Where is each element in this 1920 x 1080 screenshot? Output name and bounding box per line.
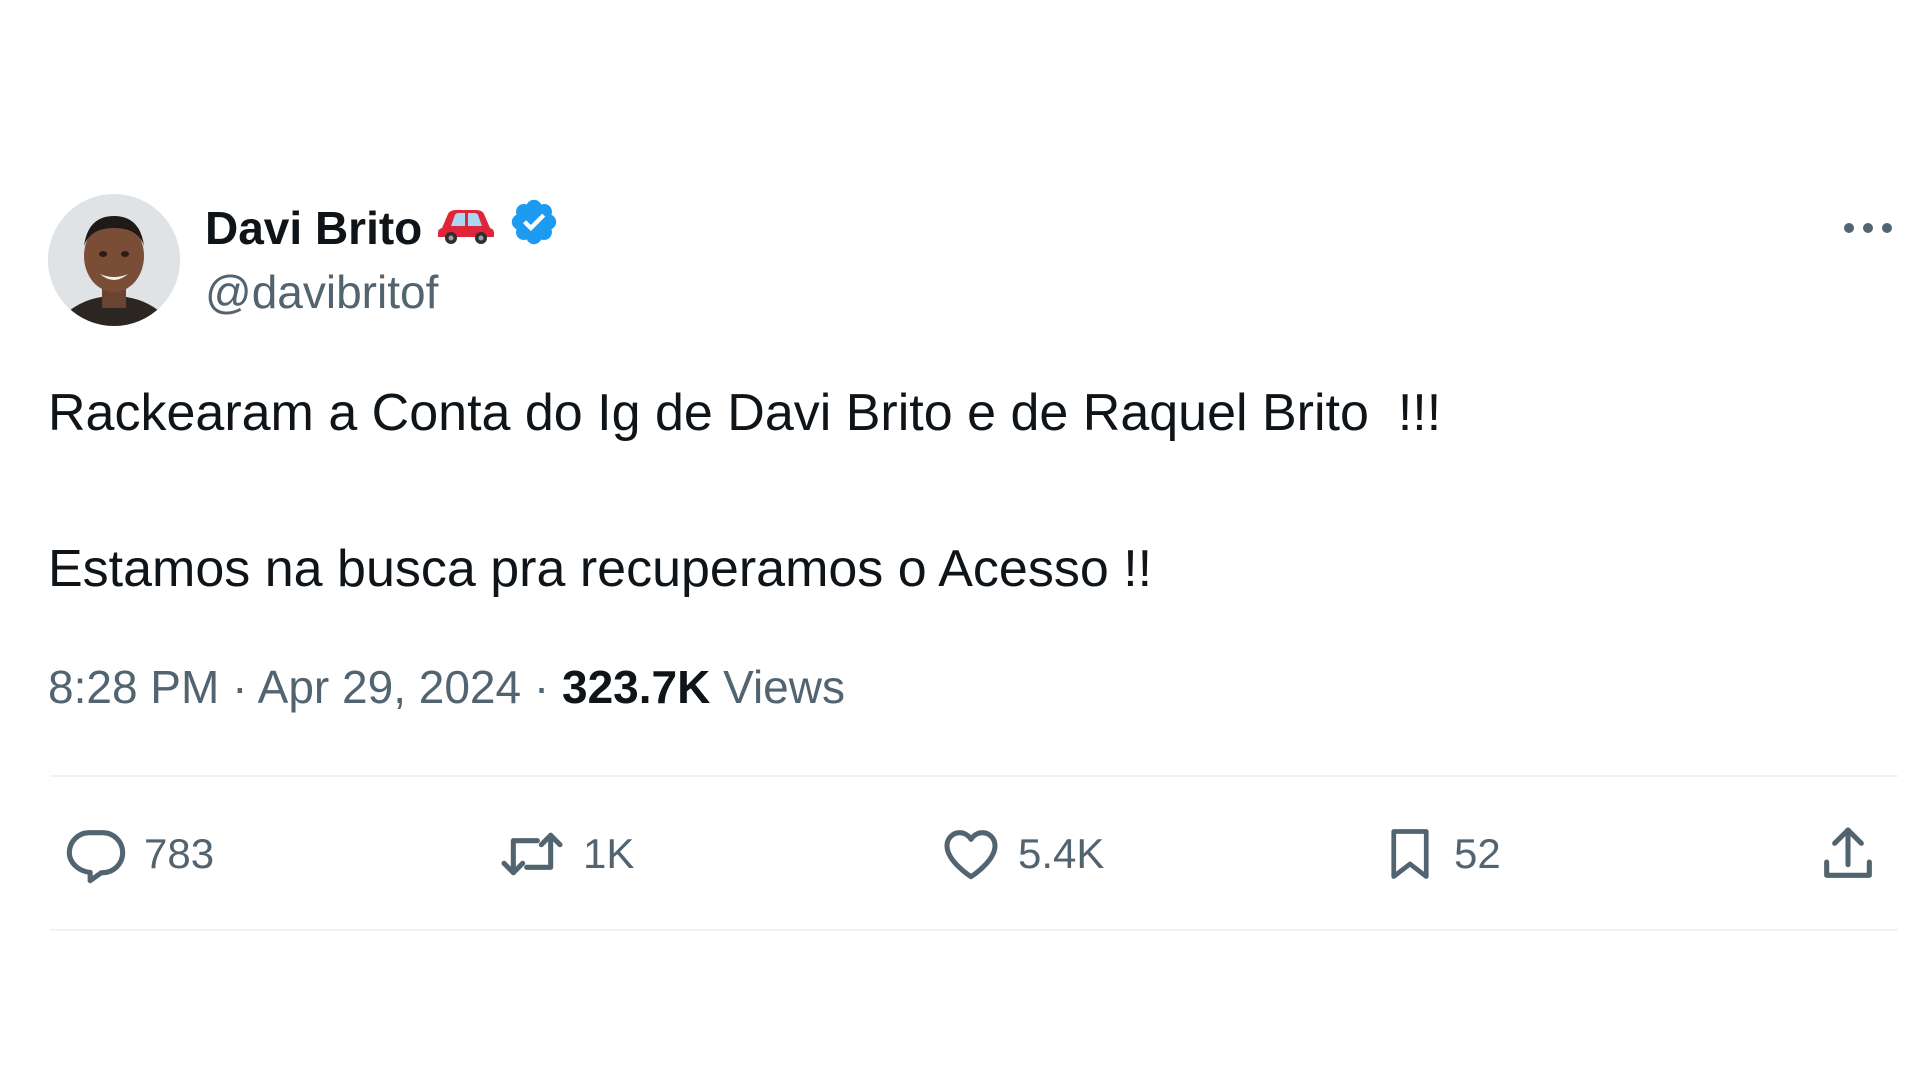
tweet-text: Rackearam a Conta do Ig de Davi Brito e … [48,382,1748,600]
verified-badge-icon[interactable] [508,196,560,259]
author-display-name[interactable]: Davi Brito [205,201,422,255]
tweet-card: Davi Brito @davibritof Rackearam a Conta… [0,0,1920,1080]
more-dots-icon [1844,223,1892,233]
bookmark-button[interactable]: 52 [1380,822,1501,886]
tweet-text-line: Rackearam a Conta do Ig de Davi Brito e … [48,384,1442,442]
reply-icon [66,830,126,884]
share-button[interactable] [1815,822,1881,886]
bookmark-icon [1391,829,1429,879]
tweet-date[interactable]: Apr 29, 2024 [258,661,521,713]
retweet-count: 1K [583,830,635,877]
meta-separator: · [533,661,550,713]
share-icon [1824,827,1872,878]
reply-button[interactable]: 783 [62,822,214,886]
author-name-row[interactable]: Davi Brito [205,196,560,259]
like-button[interactable]: 5.4K [938,822,1104,886]
tweet-meta: 8:28 PM · Apr 29, 2024 · 323.7K Views [48,660,845,714]
tweet-text-line: Estamos na busca pra recuperamos o Acess… [48,540,1153,598]
car-icon [436,201,496,255]
tweet-time[interactable]: 8:28 PM [48,661,219,713]
retweet-icon [501,832,563,876]
avatar-image [48,194,180,326]
retweet-button[interactable]: 1K [495,822,634,886]
reply-count: 783 [144,830,215,877]
divider [50,929,1898,931]
views-label: Views [723,661,845,713]
like-count: 5.4K [1018,830,1105,877]
divider [50,775,1898,777]
heart-icon [944,830,998,880]
views-count: 323.7K [561,661,711,713]
avatar[interactable] [48,194,180,326]
meta-separator: · [232,661,248,713]
bookmark-count: 52 [1454,830,1501,877]
author-handle[interactable]: @davibritof [205,265,438,319]
more-options-button[interactable] [1838,210,1898,246]
